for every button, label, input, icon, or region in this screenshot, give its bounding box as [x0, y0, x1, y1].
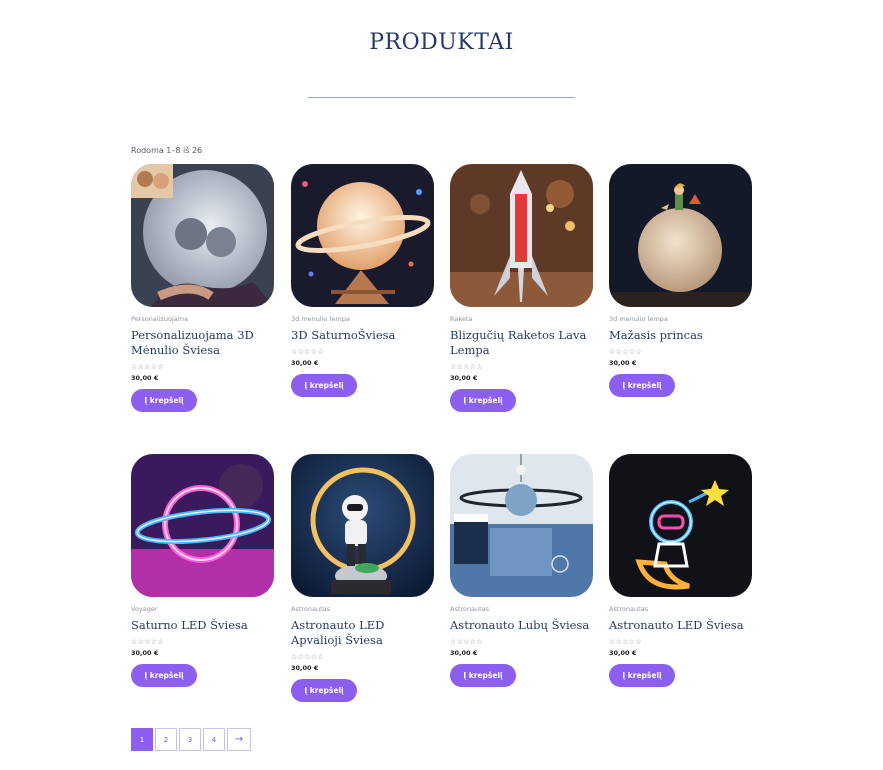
- product-image-little-prince-lamp[interactable]: [609, 164, 752, 307]
- product-title[interactable]: Astronauto LED Apvalioji Šviesa: [291, 618, 434, 648]
- product-price: 30,00 €: [450, 374, 478, 382]
- page-2-button[interactable]: 2: [155, 728, 177, 751]
- title-divider: [308, 97, 575, 98]
- product-card: Voyager Saturno LED Šviesa ☆☆☆☆☆ 30,00 €…: [131, 454, 274, 687]
- product-category[interactable]: 3d menulio lempa: [609, 315, 752, 323]
- product-price: 30,00 €: [450, 649, 478, 657]
- add-to-cart-button[interactable]: Į krepšelį: [450, 664, 516, 687]
- product-image-rocket-lava-lamp[interactable]: [450, 164, 593, 307]
- product-card: Astronautas Astronauto LED Apvalioji Švi…: [291, 454, 434, 702]
- product-card: Astronautas Astronauto LED Šviesa ☆☆☆☆☆ …: [609, 454, 752, 687]
- add-to-cart-button[interactable]: Į krepšelį: [450, 389, 516, 412]
- product-card: 3d menulio lempa 3D SaturnoŠviesa ☆☆☆☆☆ …: [291, 164, 434, 397]
- product-title[interactable]: Astronauto LED Šviesa: [609, 618, 752, 633]
- rating-stars: ☆☆☆☆☆: [131, 363, 164, 371]
- product-image-astronaut-neon-light[interactable]: [609, 454, 752, 597]
- rating-stars: ☆☆☆☆☆: [291, 348, 324, 356]
- product-title[interactable]: Mažasis princas: [609, 328, 752, 343]
- product-category[interactable]: Personalizuojama: [131, 315, 274, 323]
- product-title[interactable]: Astronauto Lubų Šviesa: [450, 618, 593, 633]
- product-title[interactable]: 3D SaturnoŠviesa: [291, 328, 434, 343]
- product-image-moon-photo-lamp[interactable]: [131, 164, 274, 307]
- page-4-button[interactable]: 4: [203, 728, 225, 751]
- product-image-astronaut-ceiling-light[interactable]: [450, 454, 593, 597]
- add-to-cart-button[interactable]: Į krepšelį: [609, 664, 675, 687]
- rating-stars: ☆☆☆☆☆: [609, 348, 642, 356]
- product-card: Personalizuojama Personalizuojama 3D Mėn…: [131, 164, 274, 412]
- product-title[interactable]: Blizgučių Raketos Lava Lempa: [450, 328, 593, 358]
- product-price: 30,00 €: [609, 359, 637, 367]
- next-page-arrow-icon[interactable]: →: [227, 728, 251, 751]
- product-category[interactable]: Astronautas: [291, 605, 434, 613]
- product-image-saturn-lamp[interactable]: [291, 164, 434, 307]
- add-to-cart-button[interactable]: Į krepšelį: [131, 389, 197, 412]
- product-title[interactable]: Personalizuojama 3D Mėnulio Šviesa: [131, 328, 274, 358]
- product-category[interactable]: Astronautas: [450, 605, 593, 613]
- product-price: 30,00 €: [131, 374, 159, 382]
- product-category[interactable]: Raketa: [450, 315, 593, 323]
- rating-stars: ☆☆☆☆☆: [609, 638, 642, 646]
- pagination: 1 2 3 4 →: [131, 728, 251, 751]
- rating-stars: ☆☆☆☆☆: [450, 638, 483, 646]
- product-price: 30,00 €: [291, 664, 319, 672]
- add-to-cart-button[interactable]: Į krepšelį: [609, 374, 675, 397]
- product-category[interactable]: Astronautas: [609, 605, 752, 613]
- product-category[interactable]: Voyager: [131, 605, 274, 613]
- page-1-button[interactable]: 1: [131, 728, 153, 751]
- product-category[interactable]: 3d menulio lempa: [291, 315, 434, 323]
- result-count: Rodoma 1–8 iš 26: [131, 146, 203, 155]
- product-price: 30,00 €: [131, 649, 159, 657]
- page-title: PRODUKTAI: [369, 30, 514, 55]
- product-price: 30,00 €: [291, 359, 319, 367]
- product-card: 3d menulio lempa Mažasis princas ☆☆☆☆☆ 3…: [609, 164, 752, 397]
- rating-stars: ☆☆☆☆☆: [131, 638, 164, 646]
- product-card: Raketa Blizgučių Raketos Lava Lempa ☆☆☆☆…: [450, 164, 593, 412]
- rating-stars: ☆☆☆☆☆: [291, 653, 324, 661]
- product-price: 30,00 €: [609, 649, 637, 657]
- rating-stars: ☆☆☆☆☆: [450, 363, 483, 371]
- add-to-cart-button[interactable]: Į krepšelį: [291, 374, 357, 397]
- add-to-cart-button[interactable]: Į krepšelį: [131, 664, 197, 687]
- product-image-saturn-neon-light[interactable]: [131, 454, 274, 597]
- add-to-cart-button[interactable]: Į krepšelį: [291, 679, 357, 702]
- page-3-button[interactable]: 3: [179, 728, 201, 751]
- product-image-astronaut-ring-lamp[interactable]: [291, 454, 434, 597]
- product-title[interactable]: Saturno LED Šviesa: [131, 618, 274, 633]
- product-card: Astronautas Astronauto Lubų Šviesa ☆☆☆☆☆…: [450, 454, 593, 687]
